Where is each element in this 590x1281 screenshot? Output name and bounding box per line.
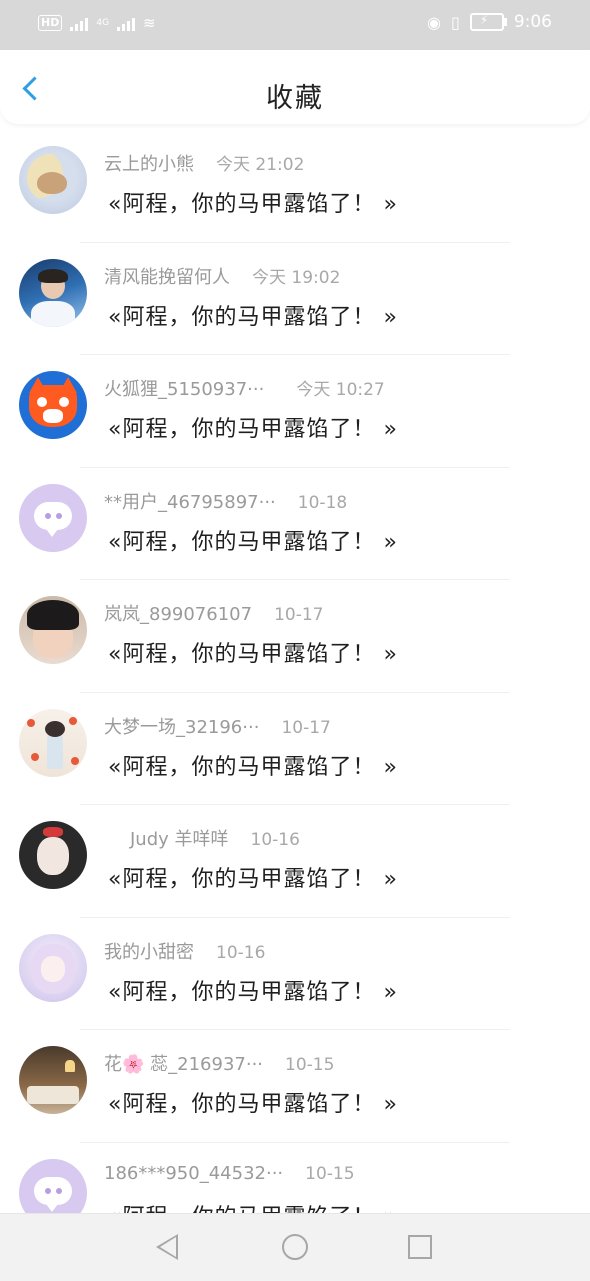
item-time: 今天 19:02 — [252, 267, 341, 288]
message-text: «阿程，你的马甲露馅了！ » — [108, 304, 398, 330]
avatar[interactable] — [19, 708, 87, 777]
list-item[interactable]: 我的小甜密 10-16 «阿程，你的马甲露馅了！ » — [0, 918, 590, 1030]
list-item[interactable]: 大梦一场_32196··· 10-17 «阿程，你的马甲露馅了！ » — [0, 693, 590, 805]
user-name: 云上的小熊 — [104, 154, 194, 175]
system-nav-bar — [0, 1213, 590, 1281]
item-time: 10-16 — [216, 942, 266, 963]
message-text: «阿程，你的马甲露馅了！ » — [108, 1092, 398, 1117]
user-name: 大梦一场_32196··· — [104, 716, 260, 738]
message-text: «阿程，你的马甲露馅了！ » — [108, 642, 398, 667]
item-time: 10-16 — [250, 830, 300, 850]
avatar[interactable] — [19, 371, 87, 439]
message-text: «阿程，你的马甲露馅了！ » — [108, 192, 398, 217]
message-text: «阿程，你的马甲露馅了！ » — [108, 529, 398, 555]
signal-icon-2 — [117, 15, 136, 31]
item-time: 10-15 — [305, 1163, 355, 1184]
avatar[interactable] — [19, 596, 87, 664]
user-name: 186***950_44532··· — [104, 1162, 284, 1184]
user-name: 我的小甜密 — [104, 941, 194, 963]
clock: 9:06 — [513, 12, 552, 32]
message-text: «阿程，你的马甲露馅了！ » — [108, 417, 398, 442]
list-item[interactable]: **用户_46795897··· 10-18 «阿程，你的马甲露馅了！ » — [0, 468, 590, 580]
message-text: «阿程，你的马甲露馅了！ » — [108, 867, 398, 892]
battery-icon: ⚡ — [469, 13, 507, 31]
user-name: 岚岚_899076107 — [104, 604, 253, 625]
message-text: «阿程，你的马甲露馅了！ » — [108, 754, 398, 780]
status-left: HD 4G ≋ — [38, 14, 156, 32]
user-name: **用户_46795897··· — [104, 491, 276, 513]
network-label: 4G — [96, 18, 110, 28]
list-item[interactable]: Judy 羊咩咩 10-16 «阿程，你的马甲露馅了！ » — [0, 805, 590, 918]
page-title: 收藏 — [266, 83, 324, 114]
item-time: 今天 10:27 — [296, 380, 385, 400]
list-item[interactable]: 清风能挽留何人 今天 19:02 «阿程，你的马甲露馅了！ » — [0, 243, 590, 355]
item-time: 10-17 — [274, 605, 324, 625]
signal-icon — [70, 15, 89, 31]
user-name: 清风能挽留何人 — [104, 266, 230, 288]
avatar[interactable] — [19, 483, 87, 552]
item-time: 10-17 — [281, 717, 331, 738]
list-item[interactable]: 云上的小熊 今天 21:02 «阿程，你的马甲露馅了！ » — [0, 130, 590, 243]
status-bar: HD 4G ≋ ◉ ▯ ⚡ 9:06 — [0, 0, 590, 50]
triangle-back-icon[interactable] — [156, 1234, 178, 1260]
user-name: Judy 羊咩咩 — [130, 829, 229, 850]
user-name: 火狐狸_5150937··· — [104, 379, 265, 400]
square-recent-icon[interactable] — [408, 1235, 432, 1259]
status-right: ◉ ▯ ⚡ 9:06 — [427, 12, 552, 32]
user-name: 花🌸 蕊_216937··· — [104, 1054, 264, 1075]
avatar[interactable] — [19, 146, 87, 214]
avatar[interactable] — [19, 1158, 87, 1213]
avatar[interactable] — [19, 821, 87, 889]
list-item[interactable]: 岚岚_899076107 10-17 «阿程，你的马甲露馅了！ » — [0, 580, 590, 693]
avatar[interactable] — [19, 1046, 87, 1114]
vibrate-icon: ▯ — [451, 12, 460, 32]
list-item[interactable]: 186***950_44532··· 10-15 «阿程，你的马甲露馅了！ » — [0, 1143, 590, 1214]
wifi-icon: ≋ — [143, 14, 156, 32]
list-item[interactable]: 花🌸 蕊_216937··· 10-15 «阿程，你的马甲露馅了！ » — [0, 1030, 590, 1143]
list-item[interactable]: 火狐狸_5150937··· 今天 10:27 «阿程，你的马甲露馅了！ » — [0, 355, 590, 468]
avatar[interactable] — [19, 933, 87, 1002]
item-time: 今天 21:02 — [216, 155, 305, 175]
hd-badge: HD — [38, 15, 63, 31]
eye-icon: ◉ — [427, 12, 441, 32]
circle-home-icon[interactable] — [282, 1234, 308, 1260]
app-header: 收藏 — [0, 50, 590, 124]
item-time: 10-15 — [285, 1055, 335, 1075]
avatar[interactable] — [19, 258, 87, 327]
message-text: «阿程，你的马甲露馅了！ » — [108, 979, 398, 1005]
item-time: 10-18 — [297, 492, 348, 513]
favorites-list[interactable]: 云上的小熊 今天 21:02 «阿程，你的马甲露馅了！ » 清风能挽留何人 今天 1… — [0, 130, 590, 1213]
message-text: «阿程，你的马甲露馅了！ » — [108, 1199, 398, 1214]
